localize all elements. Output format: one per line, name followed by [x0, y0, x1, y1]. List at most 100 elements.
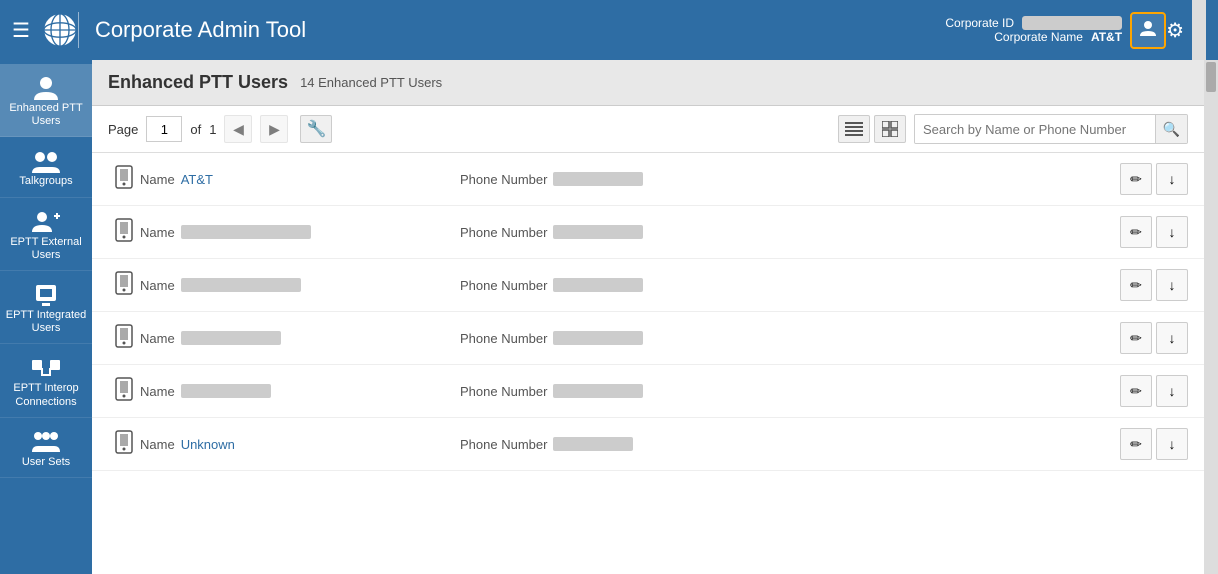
grid-view-button[interactable] [874, 115, 906, 143]
user-name-value[interactable]: Unknown [181, 437, 235, 452]
scrollbar[interactable] [1204, 60, 1218, 574]
enhanced-ptt-users-icon [30, 74, 62, 102]
talkgroups-label: Talkgroups [19, 175, 72, 188]
eptt-external-label: EPTT External Users [4, 236, 88, 262]
name-label: Name [140, 437, 175, 452]
eptt-integrated-label: EPTT Integrated Users [4, 309, 88, 335]
name-label: Name [140, 172, 175, 187]
settings-button[interactable]: 🔧 [300, 115, 332, 143]
phone-value-blur [553, 172, 643, 186]
user-icon [1138, 18, 1158, 38]
sidebar-item-eptt-external-users[interactable]: EPTT External Users [0, 198, 92, 271]
user-name-section: Name Unknown [140, 437, 460, 452]
device-icon [108, 165, 140, 194]
user-profile-button[interactable] [1130, 12, 1166, 49]
phone-label: Phone Number [460, 331, 547, 346]
table-row: Name Phone Number ✏ ↓ [92, 365, 1204, 418]
phone-label: Phone Number [460, 225, 547, 240]
sidebar-item-enhanced-ptt-users[interactable]: Enhanced PTT Users [0, 64, 92, 137]
download-button[interactable]: ↓ [1156, 216, 1188, 248]
user-name-section: Name AT&T [140, 172, 460, 187]
download-button[interactable]: ↓ [1156, 375, 1188, 407]
edit-button[interactable]: ✏ [1120, 163, 1152, 195]
corp-name-label: Corporate Name [994, 30, 1083, 44]
user-name-section: Name [140, 225, 460, 240]
talkgroups-icon [30, 147, 62, 175]
user-name-value[interactable]: AT&T [181, 172, 213, 187]
view-buttons [838, 115, 906, 143]
user-actions: ✏ ↓ [1120, 163, 1188, 195]
phone-label: Phone Number [460, 172, 547, 187]
user-phone-section: Phone Number [460, 331, 1120, 346]
next-page-button[interactable]: ▶ [260, 115, 288, 143]
search-input[interactable] [915, 115, 1155, 143]
download-button[interactable]: ↓ [1156, 428, 1188, 460]
user-name-blur [181, 278, 301, 292]
table-row: Name Phone Number ✏ ↓ [92, 259, 1204, 312]
att-logo [42, 12, 78, 48]
page-header: Enhanced PTT Users 14 Enhanced PTT Users [92, 60, 1204, 106]
header-title: Corporate Admin Tool [95, 17, 945, 43]
page-title: Enhanced PTT Users [108, 72, 288, 93]
user-phone-section: Phone Number [460, 384, 1120, 399]
gear-icon[interactable]: ⚙ [1166, 18, 1184, 43]
name-label: Name [140, 225, 175, 240]
device-icon [108, 430, 140, 459]
phone-value-blur [553, 278, 643, 292]
sidebar-item-user-sets[interactable]: User Sets [0, 418, 92, 478]
table-row: Name Phone Number ✏ ↓ [92, 206, 1204, 259]
name-label: Name [140, 384, 175, 399]
prev-page-button[interactable]: ◀ [224, 115, 252, 143]
user-sets-label: User Sets [22, 456, 70, 469]
corp-name-value: AT&T [1091, 30, 1122, 44]
corp-id-value [1022, 16, 1122, 30]
enhanced-ptt-users-label: Enhanced PTT Users [4, 102, 88, 128]
phone-value-blur [553, 437, 633, 451]
layout: Enhanced PTT Users Talkgroups EPTT Exter… [0, 60, 1218, 574]
user-actions: ✏ ↓ [1120, 322, 1188, 354]
menu-icon[interactable]: ☰ [12, 18, 30, 43]
phone-value-blur [553, 225, 643, 239]
list-view-icon [845, 122, 863, 136]
grid-view-icon [882, 121, 898, 137]
download-button[interactable]: ↓ [1156, 269, 1188, 301]
device-icon [108, 271, 140, 300]
sidebar-item-eptt-interop-connections[interactable]: EPTT Interop Connections [0, 344, 92, 417]
download-button[interactable]: ↓ [1156, 163, 1188, 195]
user-name-section: Name [140, 278, 460, 293]
device-icon [108, 377, 140, 406]
sidebar: Enhanced PTT Users Talkgroups EPTT Exter… [0, 60, 92, 574]
eptt-external-icon [30, 208, 62, 236]
header-divider [78, 12, 79, 48]
user-name-blur [181, 225, 311, 239]
list-view-button[interactable] [838, 115, 870, 143]
page-total-label: 1 [209, 122, 216, 137]
table-row: Name Unknown Phone Number ✏ ↓ [92, 418, 1204, 471]
header: ☰ Corporate Admin Tool Corporate ID Corp… [0, 0, 1218, 60]
edit-button[interactable]: ✏ [1120, 269, 1152, 301]
phone-label: Phone Number [460, 384, 547, 399]
corp-info: Corporate ID Corporate Name AT&T [945, 16, 1122, 44]
user-name-section: Name [140, 384, 460, 399]
user-actions: ✏ ↓ [1120, 216, 1188, 248]
edit-button[interactable]: ✏ [1120, 375, 1152, 407]
table-row: Name Phone Number ✏ ↓ [92, 312, 1204, 365]
edit-button[interactable]: ✏ [1120, 216, 1152, 248]
user-name-section: Name [140, 331, 460, 346]
user-sets-icon [30, 428, 62, 456]
name-label: Name [140, 331, 175, 346]
edit-button[interactable]: ✏ [1120, 322, 1152, 354]
eptt-integrated-icon [30, 281, 62, 309]
edit-button[interactable]: ✏ [1120, 428, 1152, 460]
scrollbar-top [1192, 0, 1206, 60]
download-button[interactable]: ↓ [1156, 322, 1188, 354]
eptt-interop-icon [30, 354, 62, 382]
sidebar-item-eptt-integrated-users[interactable]: EPTT Integrated Users [0, 271, 92, 344]
page-number-input[interactable] [146, 116, 182, 142]
search-button[interactable]: 🔍 [1155, 115, 1187, 143]
page-count: 14 Enhanced PTT Users [300, 75, 442, 90]
user-phone-section: Phone Number [460, 225, 1120, 240]
sidebar-item-talkgroups[interactable]: Talkgroups [0, 137, 92, 197]
page-label: Page [108, 122, 138, 137]
phone-label: Phone Number [460, 437, 547, 452]
